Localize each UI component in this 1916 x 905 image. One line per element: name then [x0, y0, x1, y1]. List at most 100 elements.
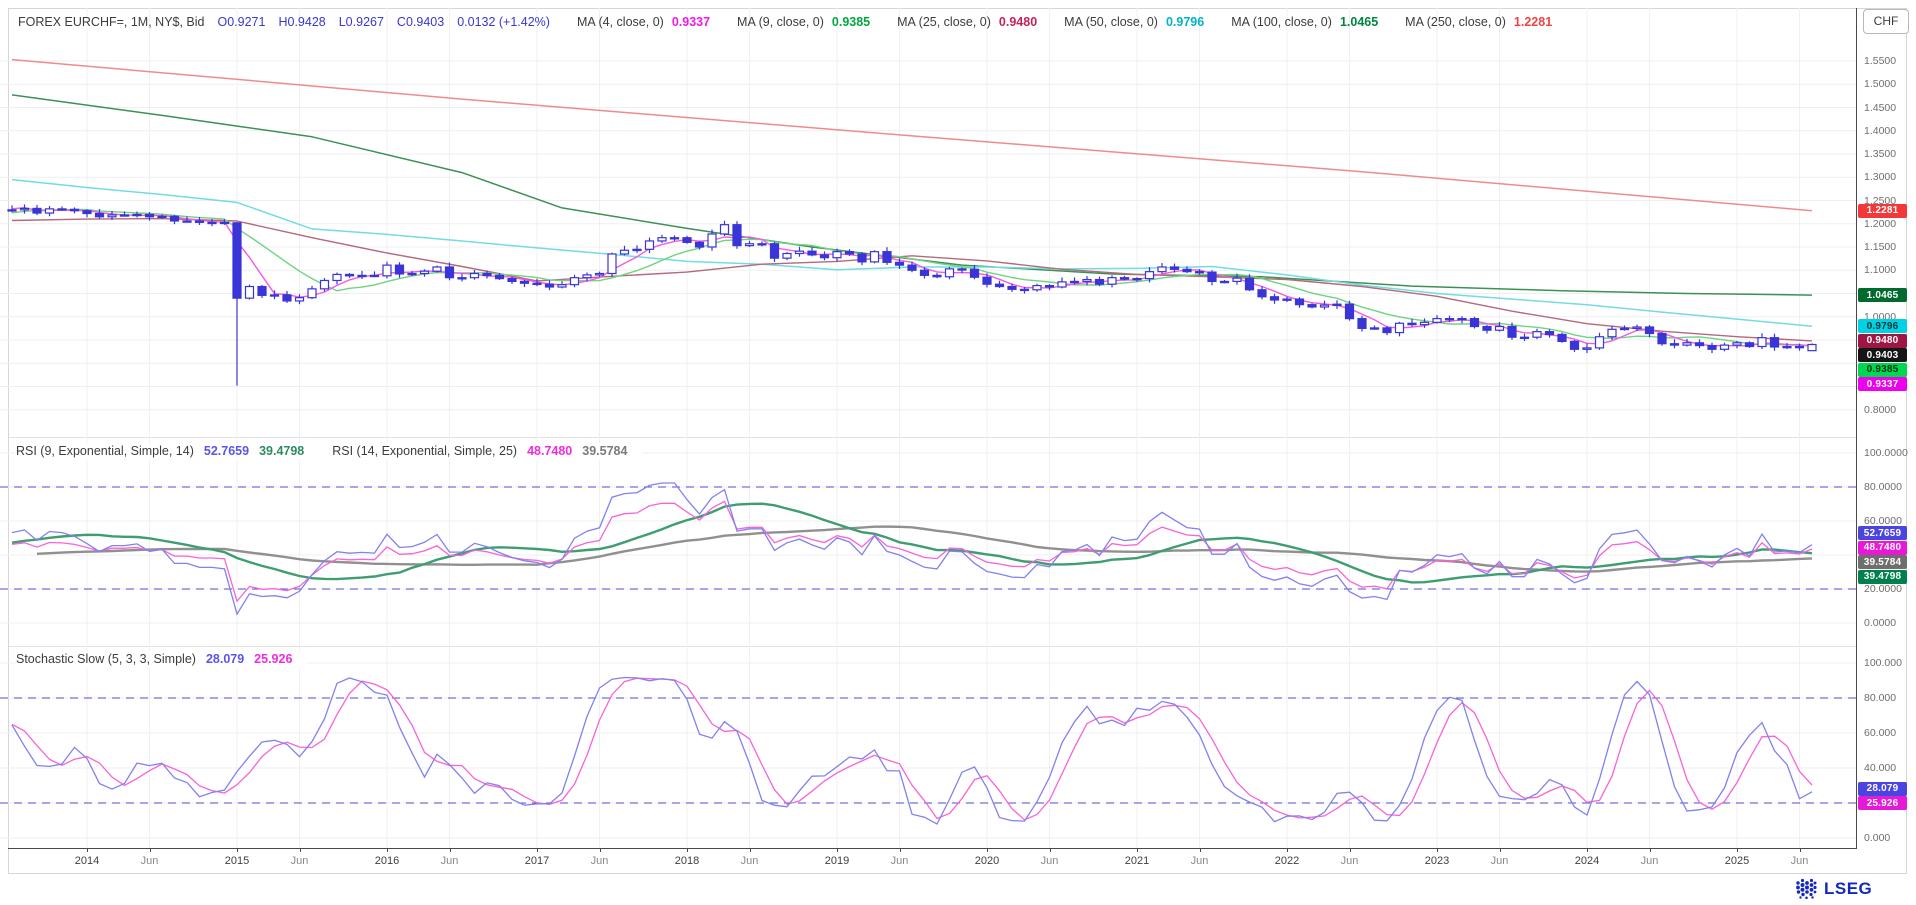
- stochastic-panel[interactable]: [0, 646, 1856, 848]
- main-gridlines: [0, 8, 1856, 437]
- date-axis-label: 2019: [825, 855, 849, 867]
- date-axis-label: Jun: [1041, 855, 1059, 867]
- y-axis-label: 1.5500: [1864, 55, 1896, 67]
- date-axis-label: 2018: [675, 855, 699, 867]
- date-axis-label: 2024: [1575, 855, 1599, 867]
- y-axis-label: 1.4500: [1864, 102, 1896, 114]
- ma-line-MA(9): [12, 210, 1812, 346]
- currency-button[interactable]: CHF: [1863, 9, 1909, 34]
- ma-legend-item: MA (4, close, 0)0.9337: [577, 15, 710, 29]
- axis-value-badge: 48.7480: [1858, 541, 1907, 555]
- date-tickmark: [750, 848, 751, 852]
- axis-value-badge: 1.2281: [1858, 204, 1907, 218]
- rsi-header-segment: 39.4798: [259, 444, 304, 458]
- date-tickmark: [1287, 848, 1288, 852]
- y-axis-label: 60.0000: [1864, 515, 1902, 527]
- stochastic-header: Stochastic Slow (5, 3, 3, Simple) 28.079 2…: [16, 651, 307, 668]
- stoch-gridlines: [0, 646, 1856, 848]
- rsi-header-segment: RSI (9, Exponential, Simple, 14): [16, 444, 194, 458]
- date-tickmark: [300, 848, 301, 852]
- date-axis-label: Jun: [1191, 855, 1209, 867]
- date-tickmark: [837, 848, 838, 852]
- date-tickmark: [1800, 848, 1801, 852]
- quote-field: C0.9403: [397, 15, 444, 29]
- price-chart-panel[interactable]: [0, 8, 1856, 437]
- axis-value-badge: 25.926: [1858, 796, 1907, 810]
- y-axis-label: 1.2000: [1864, 218, 1896, 230]
- rsi-panel[interactable]: [0, 437, 1856, 646]
- date-tickmark: [450, 848, 451, 852]
- quote-field: O0.9271: [218, 15, 266, 29]
- instrument-header: FOREX EURCHF=, 1M, NY$, Bid O0.9271H0.94…: [18, 15, 1552, 29]
- ma-line-MA(50): [12, 180, 1812, 327]
- date-axis-label: 2021: [1125, 855, 1149, 867]
- date-axis-label: 2016: [375, 855, 399, 867]
- y-axis-label: 20.0000: [1864, 583, 1902, 595]
- date-tickmark: [237, 848, 238, 852]
- lseg-logo: LSEG: [1794, 877, 1872, 900]
- rsi-slow-line: [12, 501, 1812, 601]
- ma-line-MA(4): [12, 208, 1812, 347]
- date-tickmark: [87, 848, 88, 852]
- stoch-header-segment: Stochastic Slow (5, 3, 3, Simple): [16, 652, 196, 666]
- date-tickmark: [1737, 848, 1738, 852]
- rsi-lines: [12, 483, 1812, 614]
- y-axis-label: 60.000: [1864, 727, 1896, 739]
- date-axis-label: Jun: [741, 855, 759, 867]
- axis-value-badge: 0.9480: [1858, 334, 1907, 348]
- date-tickmark: [987, 848, 988, 852]
- rsi-header: RSI (9, Exponential, Simple, 14)52.76593…: [16, 443, 642, 460]
- date-axis-line: [8, 848, 1857, 849]
- y-axis-label: 1.1000: [1864, 264, 1896, 276]
- date-tickmark: [1137, 848, 1138, 852]
- stoch-header-segment: 28.079: [206, 652, 244, 666]
- date-axis-label: Jun: [1641, 855, 1659, 867]
- y-axis-label: 100.0000: [1864, 447, 1908, 459]
- ma-legend-item: MA (250, close, 0)1.2281: [1405, 15, 1552, 29]
- date-axis-label: 2017: [525, 855, 549, 867]
- moving-average-lines: [12, 60, 1812, 347]
- axis-value-badge: 0.9337: [1858, 377, 1907, 391]
- date-tickmark: [1200, 848, 1201, 852]
- axis-value-badge: 28.079: [1858, 782, 1907, 796]
- date-tickmark: [900, 848, 901, 852]
- price-axis-divider: [1856, 8, 1857, 849]
- y-axis-label: 1.3500: [1864, 148, 1896, 160]
- date-tickmark: [537, 848, 538, 852]
- y-axis-label: 40.000: [1864, 762, 1896, 774]
- ma-line-MA(25): [12, 219, 1812, 341]
- y-axis-label: 80.0000: [1864, 481, 1902, 493]
- date-tickmark: [1650, 848, 1651, 852]
- date-axis-label: Jun: [441, 855, 459, 867]
- axis-value-badge: 1.0465: [1858, 288, 1907, 302]
- stoch-lines: [12, 678, 1812, 825]
- stoch-header-segment: 25.926: [254, 652, 292, 666]
- ma-legend-item: MA (25, close, 0)0.9480: [897, 15, 1037, 29]
- quote-fields: O0.9271H0.9428L0.9267C0.94030.0132 (+1.4…: [205, 15, 550, 29]
- axis-value-badge: 0.9796: [1858, 319, 1907, 333]
- quote-field: L0.9267: [339, 15, 384, 29]
- date-axis-label: Jun: [1341, 855, 1359, 867]
- date-tickmark: [1050, 848, 1051, 852]
- y-axis-label: 100.000: [1864, 657, 1902, 669]
- rsi-header-segment: 39.5784: [582, 444, 627, 458]
- date-axis-label: 2014: [75, 855, 99, 867]
- ma-legend-item: MA (9, close, 0)0.9385: [737, 15, 870, 29]
- date-tickmark: [1437, 848, 1438, 852]
- lseg-crest-icon: [1794, 877, 1819, 900]
- instrument-title: FOREX EURCHF=, 1M, NY$, Bid: [18, 15, 205, 29]
- date-axis-label: Jun: [1791, 855, 1809, 867]
- ma-legend-item: MA (50, close, 0)0.9796: [1064, 15, 1204, 29]
- y-axis-label: 1.3000: [1864, 171, 1896, 183]
- date-axis-label: 2025: [1725, 855, 1749, 867]
- quote-field: 0.0132 (+1.42%): [457, 15, 550, 29]
- rsi-fast-line: [12, 483, 1812, 614]
- date-axis-label: 2023: [1425, 855, 1449, 867]
- stoch-k-line: [12, 678, 1812, 825]
- axis-value-badge: 52.7659: [1858, 526, 1907, 540]
- date-axis-label: 2020: [975, 855, 999, 867]
- axis-value-badge: 39.4798: [1858, 570, 1907, 584]
- ma-legend-item: MA (100, close, 0)1.0465: [1231, 15, 1378, 29]
- y-axis-label: 80.000: [1864, 692, 1896, 704]
- y-axis-label: 0.8000: [1864, 404, 1896, 416]
